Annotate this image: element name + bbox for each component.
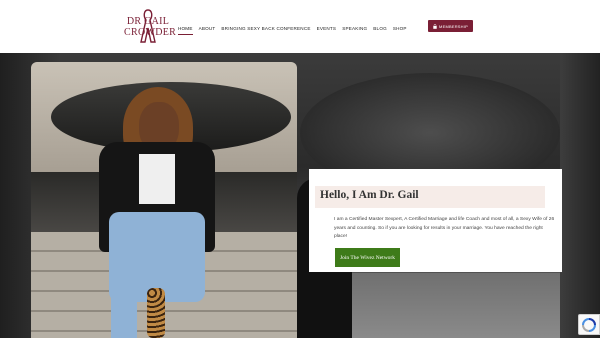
intro-title: Hello, I Am Dr. Gail (320, 189, 419, 201)
photo-person-leg (111, 282, 137, 338)
nav-item-blog[interactable]: BLOG (373, 26, 387, 31)
recaptcha-icon (582, 317, 596, 332)
photo-person-shoe (147, 288, 165, 338)
intro-card: Hello, I Am Dr. Gail I am a Certified Ma… (309, 169, 562, 272)
recaptcha-badge[interactable] (578, 314, 600, 335)
site-logo[interactable]: DR GAIL CROWDER (124, 8, 177, 46)
logo-line2: CROWDER (124, 27, 177, 38)
membership-button[interactable]: MEMBERSHIP (428, 20, 473, 32)
intro-text: I am a Certified Master Sexpert, A Certi… (334, 217, 555, 239)
hero-photo (31, 62, 297, 338)
nav-item-shop[interactable]: SHOP (393, 26, 407, 31)
photo-person-top (139, 154, 175, 204)
join-network-button[interactable]: Join The Wivez Network (335, 248, 400, 267)
nav-item-home[interactable]: HOME (178, 26, 193, 35)
nav-item-conference[interactable]: BRINGING SEXY BACK CONFERENCE (221, 26, 310, 31)
hero-bg-column (560, 53, 600, 338)
nav-item-about[interactable]: ABOUT (199, 26, 216, 31)
lock-icon (433, 23, 437, 29)
main-nav: HOME ABOUT BRINGING SEXY BACK CONFERENCE… (178, 22, 407, 35)
membership-label: MEMBERSHIP (439, 23, 468, 29)
nav-item-events[interactable]: EVENTS (317, 26, 337, 31)
site-header: DR GAIL CROWDER HOME ABOUT BRINGING SEXY… (0, 0, 600, 53)
nav-item-speaking[interactable]: SPEAKING (342, 26, 367, 31)
logo-line1: DR GAIL (126, 16, 170, 27)
